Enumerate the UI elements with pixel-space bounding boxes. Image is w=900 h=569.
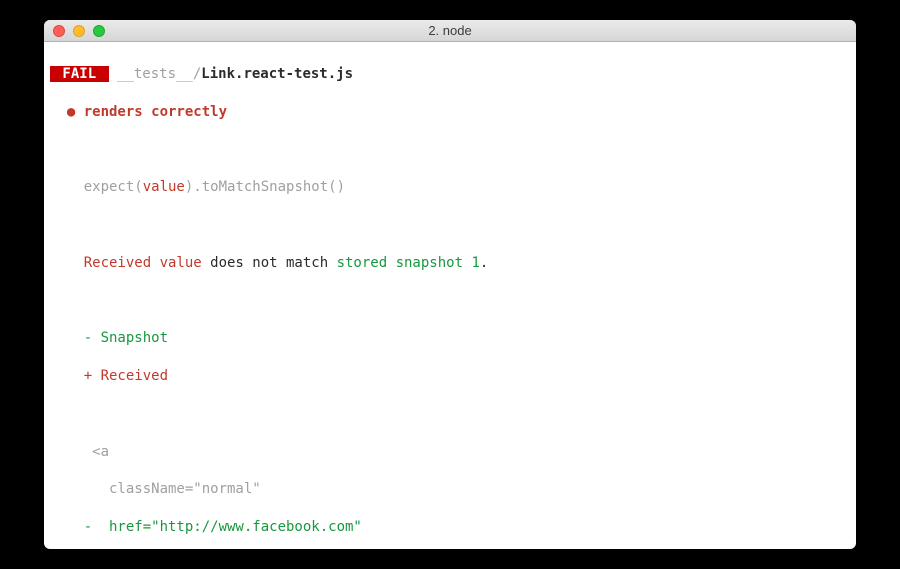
terminal-output[interactable]: FAIL __tests__/Link.react-test.js ● rend… [44, 42, 856, 549]
msg-text: . [480, 255, 488, 271]
expect-line: expect(value).toMatchSnapshot() [50, 178, 850, 197]
diff-legend-received: + Received [50, 367, 850, 386]
minimize-icon[interactable] [73, 25, 85, 37]
code-text: ).toMatchSnapshot() [185, 179, 345, 195]
test-name-line: ● renders correctly [50, 103, 850, 122]
test-name: renders correctly [84, 104, 227, 120]
blank-line [50, 216, 850, 235]
bullet-icon: ● [50, 104, 84, 120]
titlebar: 2. node [44, 20, 856, 42]
blank-line [50, 140, 850, 159]
diff-legend-snapshot: - Snapshot [50, 329, 850, 348]
msg-received: Received value [50, 255, 202, 271]
result-line: FAIL __tests__/Link.react-test.js [50, 65, 850, 84]
diff-removed: - href="http://www.facebook.com" [50, 518, 850, 537]
window-title: 2. node [44, 23, 856, 38]
msg-text: does not match [202, 255, 337, 271]
traffic-lights [44, 25, 105, 37]
blank-line [50, 405, 850, 424]
msg-stored: stored snapshot 1 [337, 255, 480, 271]
fail-badge: FAIL [50, 66, 109, 82]
diff-context: <a [50, 443, 850, 462]
maximize-icon[interactable] [93, 25, 105, 37]
close-icon[interactable] [53, 25, 65, 37]
diff-context: className="normal" [50, 480, 850, 499]
terminal-window: 2. node FAIL __tests__/Link.react-test.j… [44, 20, 856, 549]
test-file: Link.react-test.js [201, 66, 353, 82]
message-line: Received value does not match stored sna… [50, 254, 850, 273]
code-text: expect( [50, 179, 143, 195]
blank-line [50, 292, 850, 311]
code-value: value [143, 179, 185, 195]
test-dir: __tests__/ [109, 66, 202, 82]
